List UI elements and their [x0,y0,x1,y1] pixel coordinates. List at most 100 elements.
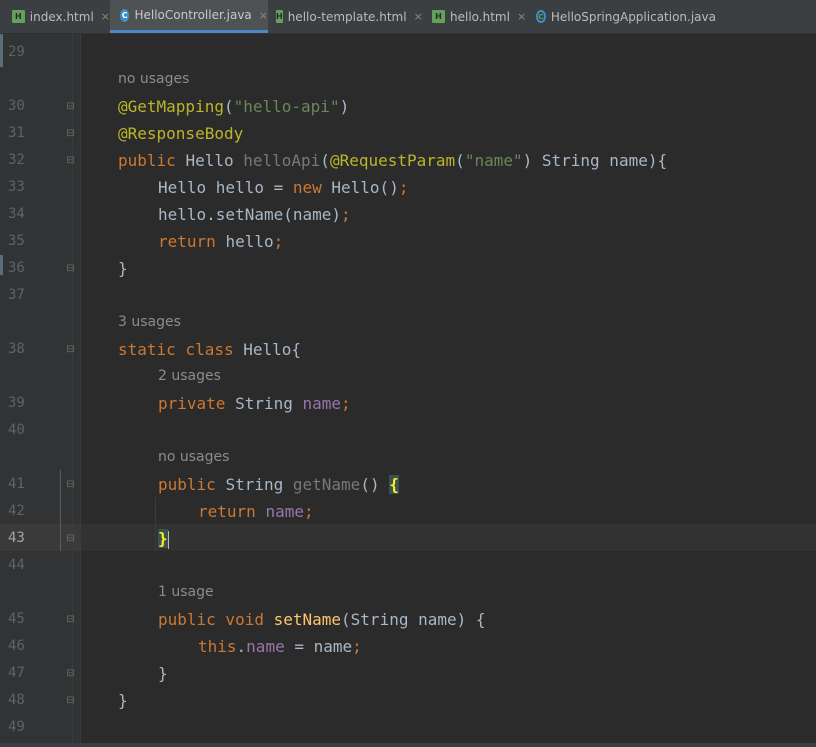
line-number: 42 [8,503,25,519]
code-line-35[interactable]: return hello; [158,228,283,255]
fold-icon[interactable]: ⊟ [65,155,76,166]
line-number-current: 43 [8,530,25,546]
fold-icon[interactable]: ⊟ [65,479,76,490]
usages-hint[interactable]: 2 usages [158,363,221,390]
code-token: String [235,394,303,413]
line-number: 32 [8,152,25,168]
code-token: new [292,178,332,197]
code-token: ; [398,178,409,197]
code-token: Hello() [331,178,399,197]
code-line-33[interactable]: Hello hello = new Hello(); [158,174,408,201]
code-line-36[interactable]: } [118,255,128,282]
code-line-47[interactable]: } [158,660,168,687]
code-token: static class [118,340,244,359]
code-token: ; [303,502,314,521]
line-number: 47 [8,665,25,681]
close-icon[interactable]: × [101,10,110,23]
tab-label: index.html [29,9,94,24]
fold-icon[interactable]: ⊟ [65,614,76,625]
code-token: "name" [464,151,523,170]
code-token: this [198,637,237,656]
tab-hello-spring-application-java[interactable]: C HelloSpringApplication.java [536,0,716,33]
code-token: getName [292,475,361,494]
indent-guide [72,34,73,743]
code-token: ( [223,97,234,116]
usages-hint[interactable]: no usages [118,66,189,93]
tab-hello-controller-java[interactable]: C HelloController.java × [110,0,268,33]
code-token: ; [341,205,351,224]
close-icon[interactable]: × [414,10,423,23]
code-line-32[interactable]: public Hello helloApi(@RequestParam("nam… [118,147,667,174]
fold-icon[interactable]: ⊟ [65,128,76,139]
code-token: ) String name){ [522,151,668,170]
code-token: name [246,637,285,656]
code-token: ( [320,151,330,170]
code-token: @RequestParam [329,151,456,170]
tab-index-html[interactable]: H index.html × [12,0,110,33]
code-line-39[interactable]: private String name; [158,390,351,417]
code-line-41[interactable]: public String getName() { [158,471,399,498]
code-token: name [302,394,342,413]
code-line-38[interactable]: static class Hello{ [118,336,301,363]
current-line-highlight [81,524,816,551]
matched-brace: } [158,529,168,548]
java-class-icon: C [120,8,130,22]
line-number: 38 [8,341,25,357]
code-token: } [118,259,128,278]
horizontal-scrollbar[interactable] [0,743,816,747]
usages-hint[interactable]: no usages [158,444,229,471]
usages-hint[interactable]: 3 usages [118,309,181,336]
line-number: 49 [8,719,25,735]
fold-icon[interactable]: ⊟ [65,101,76,112]
code-token: () [360,475,390,494]
code-token: ; [273,232,284,251]
close-icon[interactable]: × [259,9,268,22]
line-number: 34 [8,206,25,222]
spring-app-icon: C [536,10,546,23]
line-number: 33 [8,179,25,195]
line-number: 35 [8,233,25,249]
code-token: Hello [185,151,244,170]
code-token: name [265,502,304,521]
html-file-icon: H [432,10,445,23]
tab-hello-template-html[interactable]: H hello-template.html × [276,0,423,33]
line-number: 39 [8,395,25,411]
usages-hint[interactable]: 1 usage [158,579,214,606]
code-line-48[interactable]: } [118,687,128,714]
fold-end-icon[interactable]: ⊟ [65,533,76,544]
code-token: ( [455,151,465,170]
code-token: . [236,637,247,656]
tab-label: HelloController.java [134,8,252,22]
code-line-34[interactable]: hello.setName(name); [158,201,351,228]
tab-label: hello.html [450,9,510,24]
code-line-46[interactable]: this.name = name; [198,633,362,660]
code-token: hello [225,232,274,251]
fold-end-icon[interactable]: ⊟ [65,263,76,274]
code-token: ) [339,97,350,116]
line-number: 37 [8,287,25,303]
fold-end-icon[interactable]: ⊟ [65,695,76,706]
line-number: 45 [8,611,25,627]
code-token: } [118,691,128,710]
code-editor[interactable]: 29 30 31 32 33 34 35 36 37 38 39 40 41 4… [0,34,816,743]
code-token: private [158,394,236,413]
tab-hello-html[interactable]: H hello.html × [432,0,528,33]
fold-end-icon[interactable]: ⊟ [65,668,76,679]
code-line-45[interactable]: public void setName(String name) { [158,606,486,633]
close-icon[interactable]: × [517,10,526,23]
line-number: 36 [8,260,25,276]
code-token: } [158,664,168,683]
code-line-31[interactable]: @ResponseBody [118,120,243,147]
code-token: Hello hello = [158,178,293,197]
code-token: public [158,475,226,494]
code-token: helloApi [243,151,321,170]
code-token: ; [341,394,351,413]
editor-tab-bar: H index.html × C HelloController.java × … [0,0,816,34]
fold-icon[interactable]: ⊟ [65,344,76,355]
code-token: String [225,475,293,494]
line-number: 41 [8,476,25,492]
code-line-30[interactable]: @GetMapping("hello-api") [118,93,349,120]
html-file-icon: H [276,10,283,23]
code-line-43[interactable]: } [158,525,169,552]
code-line-42[interactable]: return name; [198,498,314,525]
